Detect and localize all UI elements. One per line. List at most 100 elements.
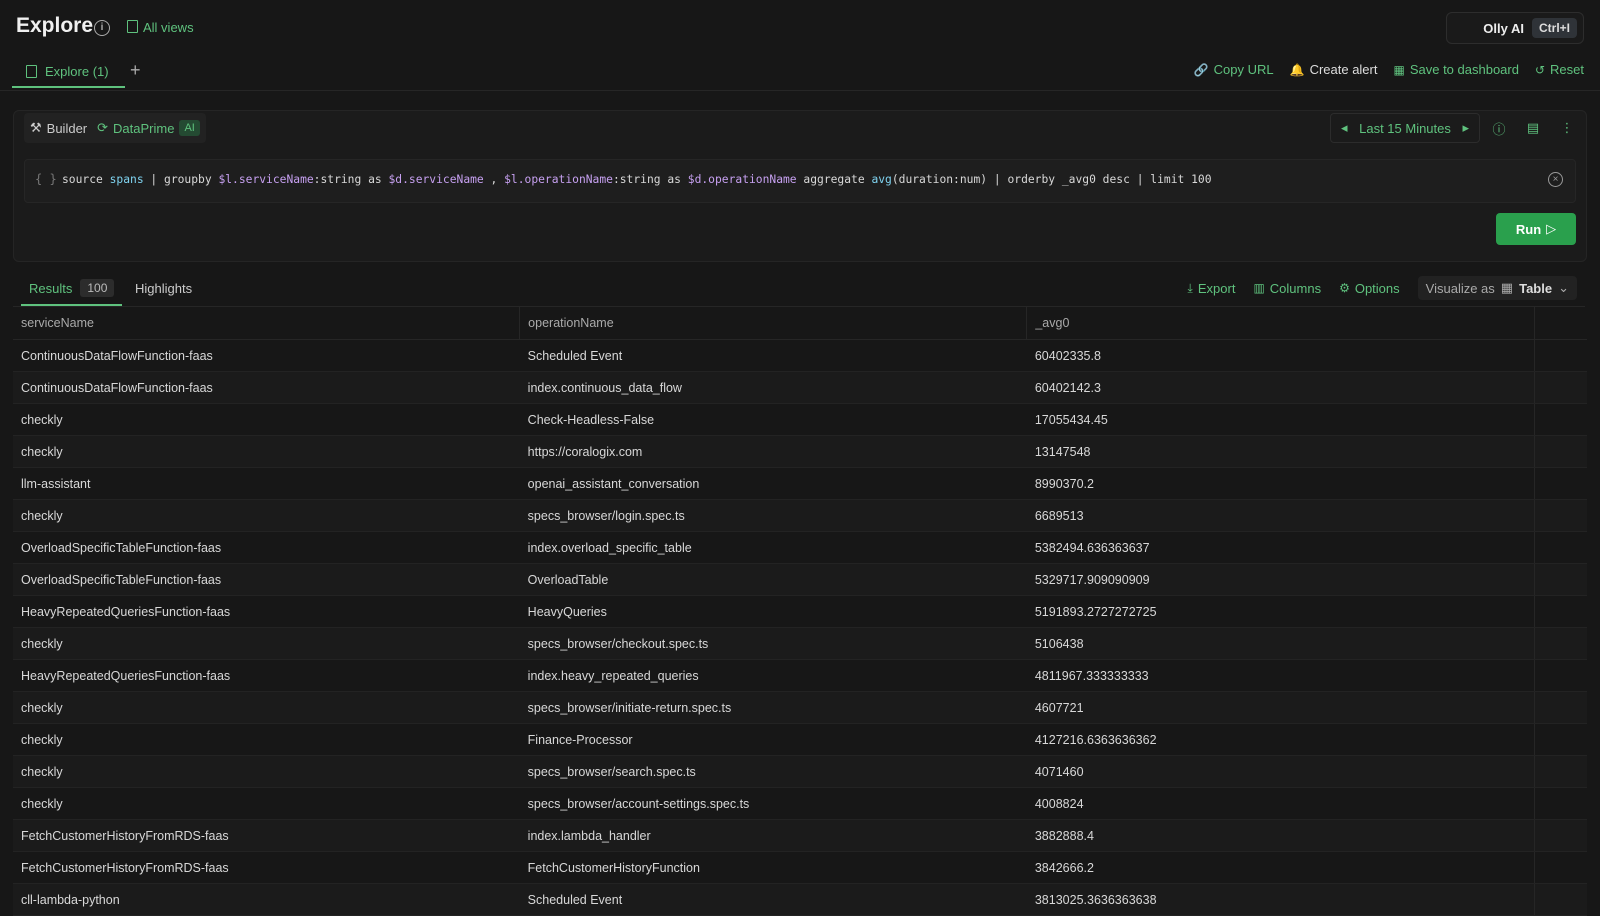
- table-row[interactable]: checkly specs_browser/checkout.spec.ts 510…: [13, 627, 1587, 660]
- table-row[interactable]: OverloadSpecificTableFunction-faas index.…: [13, 531, 1587, 564]
- olly-ai-button[interactable]: Olly AI Ctrl+I: [1446, 12, 1584, 44]
- caret-right-icon[interactable]: ▸: [1462, 120, 1469, 136]
- cell-avg0[interactable]: 5382494.636363637: [1026, 531, 1535, 564]
- time-range-picker[interactable]: ◂ Last 15 Minutes ▸: [1330, 113, 1480, 143]
- columns-button[interactable]: ▥ Columns: [1253, 281, 1321, 296]
- cell-servicename[interactable]: checkly: [13, 755, 520, 788]
- cell-avg0[interactable]: 4008824: [1026, 787, 1535, 820]
- query-text[interactable]: source spans | groupby $l.serviceName:st…: [62, 173, 1212, 186]
- cell-avg0[interactable]: 4071460: [1026, 755, 1535, 788]
- save-to-dashboard-button[interactable]: ▦ Save to dashboard: [1393, 62, 1518, 77]
- table-row[interactable]: llm-assistant openai_assistant_conversati…: [13, 467, 1587, 500]
- cell-operationname[interactable]: index.overload_specific_table: [519, 531, 1027, 564]
- cell-servicename[interactable]: checkly: [13, 435, 520, 468]
- copy-url-button[interactable]: 🔗 Copy URL: [1194, 62, 1274, 77]
- visualize-as-dropdown[interactable]: Visualize as ▦ Table ⌄: [1417, 276, 1577, 300]
- cell-avg0[interactable]: 17055434.45: [1026, 403, 1535, 436]
- column-header-operationname[interactable]: operationName: [519, 307, 1028, 340]
- cell-servicename[interactable]: ContinuousDataFlowFunction-faas: [13, 339, 520, 372]
- cell-servicename[interactable]: HeavyRepeatedQueriesFunction-faas: [13, 595, 520, 628]
- add-tab-icon[interactable]: +: [130, 60, 141, 81]
- clear-query-icon[interactable]: ×: [1548, 172, 1563, 187]
- cell-avg0[interactable]: 5329717.909090909: [1026, 563, 1535, 596]
- cell-avg0[interactable]: 13147548: [1026, 435, 1535, 468]
- tab-results[interactable]: Results 100: [21, 272, 123, 306]
- table-row[interactable]: FetchCustomerHistoryFromRDS-faas FetchCus…: [13, 851, 1587, 884]
- cell-avg0[interactable]: 6689513: [1026, 499, 1535, 532]
- cell-servicename[interactable]: FetchCustomerHistoryFromRDS-faas: [13, 819, 520, 852]
- cell-operationname[interactable]: specs_browser/checkout.spec.ts: [519, 627, 1027, 660]
- page-title: Explore: [16, 14, 94, 37]
- create-alert-button[interactable]: 🔔 Create alert: [1290, 62, 1378, 77]
- cell-operationname[interactable]: https://coralogix.com: [519, 435, 1027, 468]
- info-icon[interactable]: i: [94, 20, 110, 36]
- column-header-servicename[interactable]: serviceName: [13, 307, 521, 340]
- caret-left-icon[interactable]: ◂: [1341, 120, 1348, 136]
- cell-avg0[interactable]: 8990370.2: [1026, 467, 1535, 500]
- table-row[interactable]: checkly specs_browser/login.spec.ts 668951…: [13, 499, 1587, 532]
- cell-servicename[interactable]: OverloadSpecificTableFunction-faas: [13, 563, 520, 596]
- cell-avg0[interactable]: 4127216.6363636362: [1026, 723, 1535, 756]
- cell-servicename[interactable]: FetchCustomerHistoryFromRDS-faas: [13, 851, 520, 884]
- query-editor[interactable]: { } source spans | groupby $l.serviceNam…: [24, 159, 1576, 203]
- cell-avg0[interactable]: 3842666.2: [1026, 851, 1535, 884]
- cell-avg0[interactable]: 4607721: [1026, 691, 1535, 724]
- cell-servicename[interactable]: OverloadSpecificTableFunction-faas: [13, 531, 520, 564]
- cell-servicename[interactable]: checkly: [13, 723, 520, 756]
- table-row[interactable]: checkly https://coralogix.com 13147548: [13, 435, 1587, 468]
- table-row[interactable]: checkly Finance-Processor 4127216.63636363…: [13, 723, 1587, 756]
- table-row[interactable]: checkly specs_browser/account-settings.sp…: [13, 787, 1587, 820]
- cell-operationname[interactable]: specs_browser/search.spec.ts: [519, 755, 1027, 788]
- cell-operationname[interactable]: Scheduled Event: [519, 339, 1027, 372]
- cell-operationname[interactable]: HeavyQueries: [519, 595, 1027, 628]
- table-row[interactable]: checkly specs_browser/initiate-return.spe…: [13, 691, 1587, 724]
- cell-operationname[interactable]: Check-Headless-False: [519, 403, 1027, 436]
- table-row[interactable]: HeavyRepeatedQueriesFunction-faas index.h…: [13, 659, 1587, 692]
- cell-servicename[interactable]: checkly: [13, 691, 520, 724]
- cell-servicename[interactable]: HeavyRepeatedQueriesFunction-faas: [13, 659, 520, 692]
- cell-servicename[interactable]: checkly: [13, 787, 520, 820]
- table-row[interactable]: FetchCustomerHistoryFromRDS-faas index.la…: [13, 819, 1587, 852]
- options-button[interactable]: ⚙ Options: [1339, 281, 1400, 296]
- cell-servicename[interactable]: llm-assistant: [13, 467, 520, 500]
- table-row[interactable]: ContinuousDataFlowFunction-faas Scheduled…: [13, 339, 1587, 372]
- cell-operationname[interactable]: specs_browser/login.spec.ts: [519, 499, 1027, 532]
- more-options-icon[interactable]: ⋮: [1552, 113, 1582, 143]
- help-icon[interactable]: ⓘ: [1484, 113, 1514, 143]
- save-query-icon[interactable]: ▤: [1518, 113, 1548, 143]
- column-header-avg0[interactable]: _avg0: [1026, 307, 1535, 340]
- cell-avg0[interactable]: 4811967.333333333: [1026, 659, 1535, 692]
- table-row[interactable]: OverloadSpecificTableFunction-faas Overlo…: [13, 563, 1587, 596]
- cell-servicename[interactable]: ContinuousDataFlowFunction-faas: [13, 371, 520, 404]
- cell-operationname[interactable]: specs_browser/initiate-return.spec.ts: [519, 691, 1027, 724]
- table-row[interactable]: checkly specs_browser/search.spec.ts 40714…: [13, 755, 1587, 788]
- cell-servicename[interactable]: checkly: [13, 403, 520, 436]
- save-to-dashboard-label: Save to dashboard: [1409, 62, 1519, 77]
- dataprime-mode-button[interactable]: ⟳ DataPrime AI: [97, 120, 200, 136]
- table-row[interactable]: HeavyRepeatedQueriesFunction-faas HeavyQu…: [13, 595, 1587, 628]
- tab-highlights[interactable]: Highlights: [135, 281, 192, 296]
- reset-button[interactable]: ↺ Reset: [1535, 62, 1584, 77]
- export-button[interactable]: ⤓ Export: [1188, 281, 1236, 296]
- cell-operationname[interactable]: Finance-Processor: [519, 723, 1027, 756]
- cell-avg0[interactable]: 60402142.3: [1026, 371, 1535, 404]
- cell-avg0[interactable]: 60402335.8: [1026, 339, 1535, 372]
- cell-operationname[interactable]: OverloadTable: [519, 563, 1027, 596]
- cell-avg0[interactable]: 5106438: [1026, 627, 1535, 660]
- cell-avg0[interactable]: 5191893.2727272725: [1026, 595, 1535, 628]
- all-views-link[interactable]: All views: [127, 20, 194, 35]
- cell-avg0[interactable]: 3882888.4: [1026, 819, 1535, 852]
- tab-explore[interactable]: Explore (1): [12, 56, 125, 88]
- builder-mode-button[interactable]: ⚒ Builder: [30, 120, 87, 136]
- run-button[interactable]: Run ▷: [1496, 213, 1576, 245]
- cell-servicename[interactable]: checkly: [13, 499, 520, 532]
- table-row[interactable]: checkly Check-Headless-False 17055434.45: [13, 403, 1587, 436]
- cell-operationname[interactable]: openai_assistant_conversation: [519, 467, 1027, 500]
- table-row[interactable]: ContinuousDataFlowFunction-faas index.con…: [13, 371, 1587, 404]
- cell-operationname[interactable]: index.continuous_data_flow: [519, 371, 1027, 404]
- cell-servicename[interactable]: checkly: [13, 627, 520, 660]
- cell-operationname[interactable]: FetchCustomerHistoryFunction: [519, 851, 1027, 884]
- cell-operationname[interactable]: specs_browser/account-settings.spec.ts: [519, 787, 1027, 820]
- cell-operationname[interactable]: index.lambda_handler: [519, 819, 1027, 852]
- cell-operationname[interactable]: index.heavy_repeated_queries: [519, 659, 1027, 692]
